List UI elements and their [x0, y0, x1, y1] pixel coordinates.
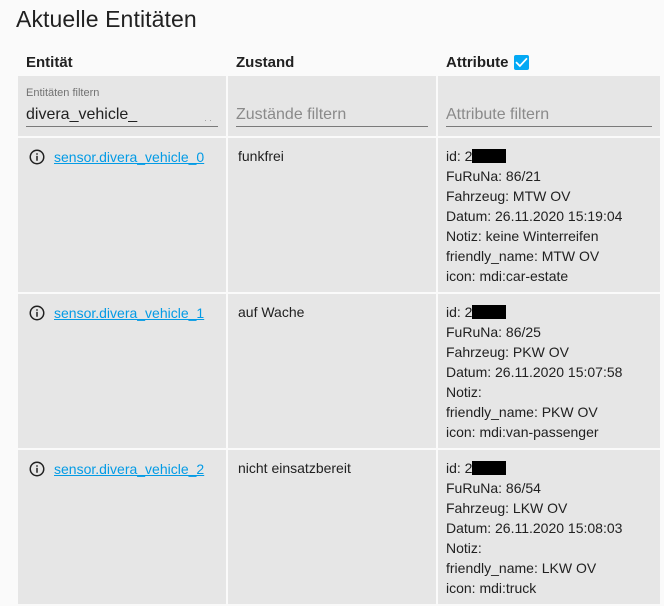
header-entity-label: Entität: [26, 54, 73, 71]
redaction-bar: [472, 149, 507, 163]
entity-cell: sensor.divera_vehicle_0: [18, 138, 228, 294]
attributes-cell: id: 2 FuRuNa: 86/54 Fahrzeug: LKW OV Dat…: [438, 450, 660, 606]
header-entity: Entität: [18, 48, 228, 76]
attributes-filter-cell: [438, 76, 660, 138]
attr-icon: icon: mdi:truck: [446, 580, 537, 596]
state-value: auf Wache: [238, 304, 305, 320]
attributes-cell: id: 2 FuRuNa: 86/25 Fahrzeug: PKW OV Dat…: [438, 294, 660, 450]
dropdown-dots-icon[interactable]: ··: [204, 116, 214, 125]
attr-friendly-name: friendly_name: PKW OV: [446, 404, 598, 420]
attr-id-text: id: 2: [446, 460, 473, 476]
table-header-row: Entität Zustand Attribute: [18, 48, 660, 76]
state-filter-cell: [228, 76, 438, 138]
attr-notiz: Notiz:: [446, 540, 482, 556]
state-cell: funkfrei: [228, 138, 438, 294]
state-cell: nicht einsatzbereit: [228, 450, 438, 606]
attr-datum: Datum: 26.11.2020 15:07:58: [446, 364, 623, 380]
entity-link[interactable]: sensor.divera_vehicle_1: [54, 303, 204, 323]
attr-furuna: FuRuNa: 86/54: [446, 480, 541, 496]
entity-filter-label: Entitäten filtern: [26, 87, 100, 99]
state-value: funkfrei: [238, 148, 284, 164]
attr-furuna: FuRuNa: 86/25: [446, 324, 541, 340]
attr-icon: icon: mdi:van-passenger: [446, 424, 599, 440]
attr-friendly-name: friendly_name: MTW OV: [446, 248, 600, 264]
attr-fahrzeug: Fahrzeug: LKW OV: [446, 500, 568, 516]
filter-row: Entitäten filtern ··: [18, 76, 660, 138]
attr-id: id: 2: [446, 458, 652, 478]
attr-id: id: 2: [446, 146, 652, 166]
entities-table: Entität Zustand Attribute Entitäten filt…: [18, 48, 660, 606]
attr-datum: Datum: 26.11.2020 15:19:04: [446, 208, 623, 224]
table-row: sensor.divera_vehicle_0 funkfrei id: 2 F…: [18, 138, 660, 294]
header-state-label: Zustand: [236, 54, 295, 71]
table-row: sensor.divera_vehicle_2 nicht einsatzber…: [18, 450, 660, 606]
header-state: Zustand: [228, 48, 438, 76]
info-icon[interactable]: [28, 460, 46, 478]
attributes-checkbox[interactable]: [513, 55, 529, 70]
page-title: Aktuelle Entitäten: [16, 6, 197, 32]
attributes-cell: id: 2 FuRuNa: 86/21 Fahrzeug: MTW OV Dat…: [438, 138, 660, 294]
checkmark-icon: [514, 57, 528, 68]
attr-friendly-name: friendly_name: LKW OV: [446, 560, 597, 576]
attr-id-text: id: 2: [446, 304, 473, 320]
info-icon[interactable]: [28, 304, 46, 322]
entity-link[interactable]: sensor.divera_vehicle_2: [54, 459, 204, 479]
table-row: sensor.divera_vehicle_1 auf Wache id: 2 …: [18, 294, 660, 450]
state-value: nicht einsatzbereit: [238, 460, 351, 476]
attr-fahrzeug: Fahrzeug: PKW OV: [446, 344, 569, 360]
attr-icon: icon: mdi:car-estate: [446, 268, 569, 284]
state-filter-input[interactable]: [236, 104, 428, 127]
attr-id-text: id: 2: [446, 148, 473, 164]
attr-notiz: Notiz:: [446, 384, 482, 400]
header-attributes-label: Attribute: [446, 54, 509, 71]
attr-furuna: FuRuNa: 86/21: [446, 168, 541, 184]
entity-cell: sensor.divera_vehicle_2: [18, 450, 228, 606]
header-attributes: Attribute: [438, 48, 660, 76]
entity-filter-cell: Entitäten filtern ··: [18, 76, 228, 138]
entity-filter-input[interactable]: [26, 104, 218, 127]
redaction-bar: [472, 461, 507, 475]
attr-fahrzeug: Fahrzeug: MTW OV: [446, 188, 571, 204]
attributes-filter-input[interactable]: [446, 104, 652, 127]
redaction-bar: [472, 305, 507, 319]
attr-id: id: 2: [446, 302, 652, 322]
info-icon[interactable]: [28, 148, 46, 166]
entity-link[interactable]: sensor.divera_vehicle_0: [54, 147, 204, 167]
entity-cell: sensor.divera_vehicle_1: [18, 294, 228, 450]
attr-notiz: Notiz: keine Winterreifen: [446, 228, 599, 244]
state-cell: auf Wache: [228, 294, 438, 450]
attr-datum: Datum: 26.11.2020 15:08:03: [446, 520, 623, 536]
